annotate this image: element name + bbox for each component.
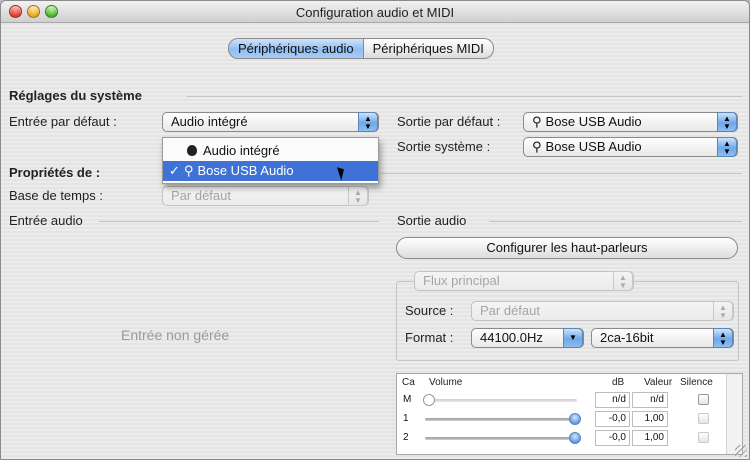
volume-slider-track xyxy=(425,437,577,440)
popup-arrows-icon: ▲ ▼ xyxy=(348,186,368,206)
popup-arrows-icon: ▲ ▼ xyxy=(713,301,733,321)
default-input-label: Entrée par défaut : xyxy=(9,114,117,129)
volume-slider-track xyxy=(425,399,577,402)
format-bits-popup[interactable]: 2ca-16bit ▲ ▼ xyxy=(591,328,734,348)
resize-grip-icon[interactable] xyxy=(735,445,747,457)
popup-arrows-icon: ▲ ▼ xyxy=(717,112,737,132)
section-divider xyxy=(187,96,742,97)
input-unsupported-text: Entrée non gérée xyxy=(121,327,230,343)
db-value: -0,0 xyxy=(595,411,630,427)
menu-item-audio-integre[interactable]: Audio intégré xyxy=(163,141,378,161)
popup-arrows-icon: ▲ ▼ xyxy=(713,328,733,348)
clock-source-value: Par défaut xyxy=(171,188,231,203)
usb-icon: ⚲ xyxy=(532,114,542,129)
default-input-popup[interactable]: Audio intégré ▲ ▼ xyxy=(162,112,379,132)
usb-icon: ⚲ xyxy=(532,139,542,154)
format-bits-value: 2ca-16bit xyxy=(600,330,654,345)
popup-arrows-icon: ▲ ▼ xyxy=(613,271,633,291)
apple-icon xyxy=(187,145,197,156)
tab-audio-devices[interactable]: Périphériques audio xyxy=(228,38,364,59)
table-scrollbar[interactable] xyxy=(726,374,742,454)
source-popup[interactable]: Par défaut ▲ ▼ xyxy=(471,301,734,321)
volume-slider-knob[interactable] xyxy=(569,413,581,425)
title-bar: Configuration audio et MIDI xyxy=(1,1,749,23)
section-divider xyxy=(489,221,742,222)
format-label: Format : xyxy=(405,330,454,345)
gain-value: n/d xyxy=(632,392,668,408)
volume-table: Ca Volume dB Valeur Silence M n/d n/d 1 … xyxy=(396,373,743,455)
clock-source-label: Base de temps : xyxy=(9,188,103,203)
section-divider xyxy=(381,173,742,174)
usb-icon: ⚲ xyxy=(183,163,194,178)
gain-value: 1,00 xyxy=(632,430,668,446)
format-rate-value: 44100.0Hz xyxy=(480,330,543,345)
clock-source-popup[interactable]: Par défaut ▲ ▼ xyxy=(162,186,369,206)
window-title: Configuration audio et MIDI xyxy=(295,5,455,20)
channel-label: 1 xyxy=(403,413,409,424)
tab-midi-devices[interactable]: Périphériques MIDI xyxy=(363,38,494,59)
column-header-mute: Silence xyxy=(680,377,713,388)
source-label: Source : xyxy=(405,303,454,318)
db-value: n/d xyxy=(595,392,630,408)
properties-heading: Propriétés de : xyxy=(9,165,101,180)
db-value: -0,0 xyxy=(595,430,630,446)
channel-label: M xyxy=(403,394,412,405)
popup-arrows-icon: ▲ ▼ xyxy=(358,112,378,132)
default-input-value: Audio intégré xyxy=(171,114,248,129)
audio-output-heading: Sortie audio xyxy=(397,213,467,228)
mute-checkbox[interactable] xyxy=(698,413,709,424)
menu-item-label: Audio intégré xyxy=(203,143,280,158)
system-settings-heading: Réglages du système xyxy=(9,88,142,103)
app-window: Configuration audio et MIDI Périphérique… xyxy=(0,0,750,460)
tab-bar: Périphériques audio Périphériques MIDI xyxy=(228,38,494,59)
popup-arrows-icon: ▲ ▼ xyxy=(717,137,737,157)
column-header-volume: Volume xyxy=(429,377,463,388)
channel-label: 2 xyxy=(403,432,409,443)
checkmark-icon: ✓ xyxy=(169,163,180,178)
source-value: Par défaut xyxy=(480,303,540,318)
format-rate-popup[interactable]: 44100.0Hz ▼ xyxy=(471,328,584,348)
default-output-label: Sortie par défaut : xyxy=(397,114,501,129)
system-output-label: Sortie système : xyxy=(397,139,491,154)
system-output-value: Bose USB Audio xyxy=(545,139,642,154)
system-output-popup[interactable]: ⚲ Bose USB Audio ▲ ▼ xyxy=(523,137,738,157)
volume-slider-knob[interactable] xyxy=(569,432,581,444)
output-group-box xyxy=(396,281,739,361)
menu-item-label: Bose USB Audio xyxy=(197,163,294,178)
stream-value: Flux principal xyxy=(423,273,500,288)
gain-value: 1,00 xyxy=(632,411,668,427)
column-header-value: Valeur xyxy=(644,377,673,388)
chevron-down-icon: ▼ xyxy=(563,328,583,348)
column-header-channel: Ca xyxy=(402,377,415,388)
mute-checkbox[interactable] xyxy=(698,432,709,443)
default-output-popup[interactable]: ⚲ Bose USB Audio ▲ ▼ xyxy=(523,112,738,132)
mute-checkbox[interactable] xyxy=(698,394,709,405)
default-output-value: Bose USB Audio xyxy=(545,114,642,129)
volume-slider-track xyxy=(425,418,577,421)
volume-slider-knob[interactable] xyxy=(423,394,435,406)
audio-input-heading: Entrée audio xyxy=(9,213,83,228)
stream-popup[interactable]: Flux principal ▲ ▼ xyxy=(414,271,634,291)
configure-speakers-button[interactable]: Configurer les haut-parleurs xyxy=(396,237,738,259)
column-header-db: dB xyxy=(612,377,625,388)
section-divider xyxy=(99,221,379,222)
